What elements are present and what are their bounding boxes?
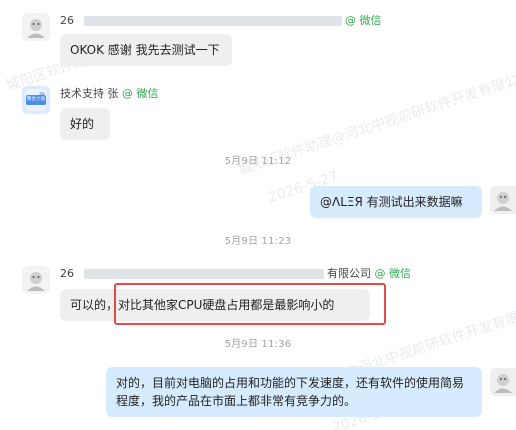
message-text: 好的 — [70, 117, 95, 131]
timestamp-3: 5月9日 11:36 — [224, 339, 292, 350]
message-bubble-3[interactable]: @ΛLΞЯ 有测试出来数据嘛 — [310, 186, 482, 218]
sender-line-4: 26 有限公司 @ 微信 — [60, 267, 411, 281]
avatar-3 — [490, 186, 516, 214]
timestamp-2: 5月9日 11:23 — [224, 236, 292, 247]
chat-conversation: 城阳区软件助理 城阳区软件助理@河北中视前研软件开发有限公司 2026-5-27… — [0, 0, 516, 430]
avatar-icon — [490, 186, 516, 214]
avatar-1 — [22, 13, 50, 41]
sender-name: 技术支持 张 — [60, 87, 119, 100]
avatar-5 — [490, 368, 516, 396]
avatar-icon — [490, 368, 516, 396]
wechat-tag: @ 微信 — [374, 267, 412, 280]
wechat-tag: @ 微信 — [345, 14, 382, 27]
message-bubble-1[interactable]: OKOK 感谢 我先去测试一下 — [60, 34, 232, 66]
message-text: OKOK 感谢 我先去测试一下 — [70, 43, 220, 57]
sender-redacted-name — [83, 269, 324, 279]
avatar-icon — [22, 266, 50, 294]
sender-redacted-name — [83, 16, 342, 26]
timestamp-1: 5月9日 11:12 — [224, 156, 292, 167]
wechat-tag: @ 微信 — [122, 87, 159, 100]
sender-line-1: 26 @ 微信 — [60, 14, 382, 28]
sender-line-2: 技术支持 张 @ 微信 — [60, 87, 159, 101]
sender-id: 26 — [60, 14, 74, 27]
message-text: 可以的，对比其他家CPU硬盘占用都是最影响小的 — [70, 298, 335, 312]
support-logo: 豫合小张 — [26, 95, 46, 105]
avatar-icon — [22, 13, 50, 41]
message-bubble-2[interactable]: 好的 — [60, 108, 110, 140]
message-text: @ΛLΞЯ 有测试出来数据嘛 — [320, 195, 463, 209]
avatar-2: 豫合小张 — [22, 86, 50, 114]
sender-company: 有限公司 — [327, 267, 371, 280]
message-bubble-4[interactable]: 可以的，对比其他家CPU硬盘占用都是最影响小的 — [60, 289, 370, 321]
message-text: 对的，目前对电脑的占用和功能的下发速度，还有软件的使用简易程度，我的产品在市面上… — [116, 376, 465, 408]
avatar-4 — [22, 266, 50, 294]
sender-id: 26 — [60, 267, 74, 280]
message-bubble-5[interactable]: 对的，目前对电脑的占用和功能的下发速度，还有软件的使用简易程度，我的产品在市面上… — [106, 367, 482, 417]
